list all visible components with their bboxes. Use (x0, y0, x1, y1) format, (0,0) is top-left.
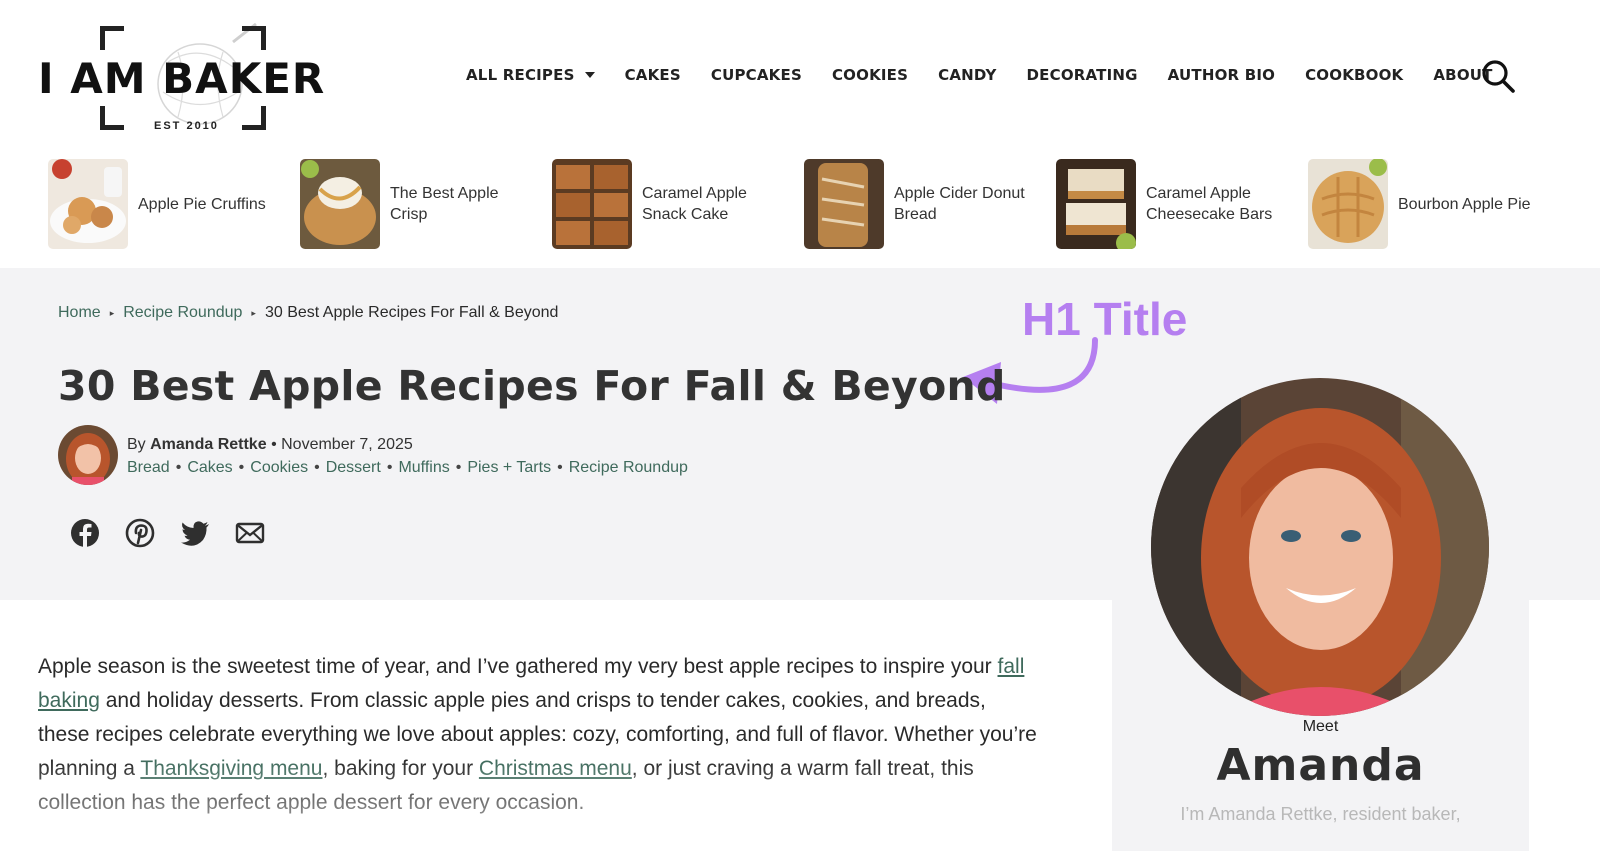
breadcrumb-separator-icon: ▸ (251, 307, 256, 318)
logo-est: EST 2010 (154, 120, 219, 132)
category-link[interactable]: Dessert (326, 459, 381, 477)
recipe-thumbnail (804, 159, 884, 249)
article-intro: Apple season is the sweetest time of yea… (38, 650, 1038, 820)
byline-prefix: By (127, 436, 146, 453)
category-link[interactable]: Recipe Roundup (569, 459, 688, 477)
category-separator: • (238, 459, 245, 476)
main-nav: ALL RECIPES CAKES CUPCAKES COOKIES CANDY… (466, 66, 1523, 84)
breadcrumb-home-link[interactable]: Home (58, 304, 101, 322)
christmas-menu-link[interactable]: Christmas menu (479, 757, 632, 780)
recipe-title: Apple Cider Donut Bread (894, 185, 1025, 223)
nav-label: ALL RECIPES (466, 66, 575, 84)
site-logo[interactable]: I AM BAKER EST 2010 (38, 22, 338, 134)
breadcrumb-section-link[interactable]: Recipe Roundup (123, 304, 242, 322)
nav-item-all-recipes[interactable]: ALL RECIPES (466, 66, 595, 84)
recipe-carousel: Apple Pie Cruffins The Best Apple Crisp … (0, 155, 1600, 268)
recipe-title: Caramel Apple Cheesecake Bars (1146, 185, 1273, 223)
recipe-title: The Best Apple Crisp (390, 185, 499, 223)
recipe-card[interactable]: Apple Cider Donut Bread (804, 159, 1044, 249)
recipe-title: Apple Pie Cruffins (138, 195, 266, 213)
category-separator: • (314, 459, 320, 476)
nav-item-author-bio[interactable]: AUTHOR BIO (1168, 66, 1275, 84)
thanksgiving-menu-link[interactable]: Thanksgiving menu (140, 757, 322, 780)
recipe-title: Caramel Apple Snack Cake (642, 185, 747, 223)
share-bar (68, 516, 288, 550)
recipe-card[interactable]: Bourbon Apple Pie (1308, 159, 1548, 249)
byline: By Amanda Rettke • November 7, 2025 (127, 436, 413, 454)
category-separator: • (386, 459, 393, 476)
nav-item-cookies[interactable]: COOKIES (832, 66, 908, 84)
recipe-card[interactable]: The Best Apple Crisp (300, 159, 540, 249)
nav-item-cookbook[interactable]: COOKBOOK (1305, 66, 1403, 84)
logo-bracket (100, 106, 124, 130)
category-link[interactable]: Bread (127, 459, 170, 477)
page-title: 30 Best Apple Recipes For Fall & Beyond (58, 362, 1006, 410)
site-header: I AM BAKER EST 2010 ALL RECIPES CAKES CU… (0, 0, 1600, 155)
author-name-link[interactable]: Amanda Rettke (150, 436, 266, 453)
category-link[interactable]: Muffins (398, 459, 449, 477)
email-icon[interactable] (233, 516, 267, 550)
nav-item-cakes[interactable]: CAKES (625, 66, 681, 84)
recipe-card[interactable]: Caramel Apple Cheesecake Bars (1056, 159, 1296, 249)
recipe-thumbnail (48, 159, 128, 249)
category-separator: • (557, 459, 563, 476)
search-icon[interactable] (1480, 58, 1516, 94)
category-list: Bread • Cakes • Cookies • Dessert • Muff… (127, 459, 688, 477)
recipe-thumbnail (300, 159, 380, 249)
publish-date: November 7, 2025 (281, 436, 413, 453)
recipe-card[interactable]: Caramel Apple Snack Cake (552, 159, 792, 249)
breadcrumb: Home ▸ Recipe Roundup ▸ 30 Best Apple Re… (58, 304, 558, 322)
category-link[interactable]: Cookies (250, 459, 308, 477)
logo-wordmark: I AM BAKER (38, 54, 326, 103)
category-separator: • (455, 459, 462, 476)
sidebar-bio: I’m Amanda Rettke, resident baker, (1180, 804, 1461, 824)
recipe-card[interactable]: Apple Pie Cruffins (48, 159, 288, 249)
category-link[interactable]: Pies + Tarts (467, 459, 551, 477)
nav-item-cupcakes[interactable]: CUPCAKES (711, 66, 802, 84)
recipe-thumbnail (552, 159, 632, 249)
logo-bracket (242, 106, 266, 130)
recipe-title: Bourbon Apple Pie (1398, 195, 1531, 213)
category-link[interactable]: Cakes (187, 459, 232, 477)
byline-separator: • (271, 436, 277, 453)
chevron-down-icon (584, 72, 595, 78)
breadcrumb-separator-icon: ▸ (109, 307, 115, 318)
sidebar-meet-label: Meet (1302, 718, 1339, 735)
author-avatar[interactable] (58, 425, 118, 485)
twitter-icon[interactable] (178, 516, 212, 550)
breadcrumb-current: 30 Best Apple Recipes For Fall & Beyond (264, 304, 559, 321)
logo-bracket (242, 26, 266, 50)
category-separator: • (175, 459, 182, 476)
recipe-thumbnail (1056, 159, 1136, 249)
recipe-thumbnail (1308, 159, 1388, 249)
logo-bracket (100, 26, 124, 50)
intro-text: , baking for your (322, 757, 479, 780)
author-portrait (1151, 378, 1489, 716)
facebook-icon[interactable] (68, 516, 102, 550)
nav-item-decorating[interactable]: DECORATING (1027, 66, 1138, 84)
intro-text: Apple season is the sweetest time of yea… (38, 655, 998, 678)
nav-item-candy[interactable]: CANDY (938, 66, 996, 84)
pinterest-icon[interactable] (123, 516, 157, 550)
sidebar-author-name: Amanda (1216, 740, 1425, 791)
